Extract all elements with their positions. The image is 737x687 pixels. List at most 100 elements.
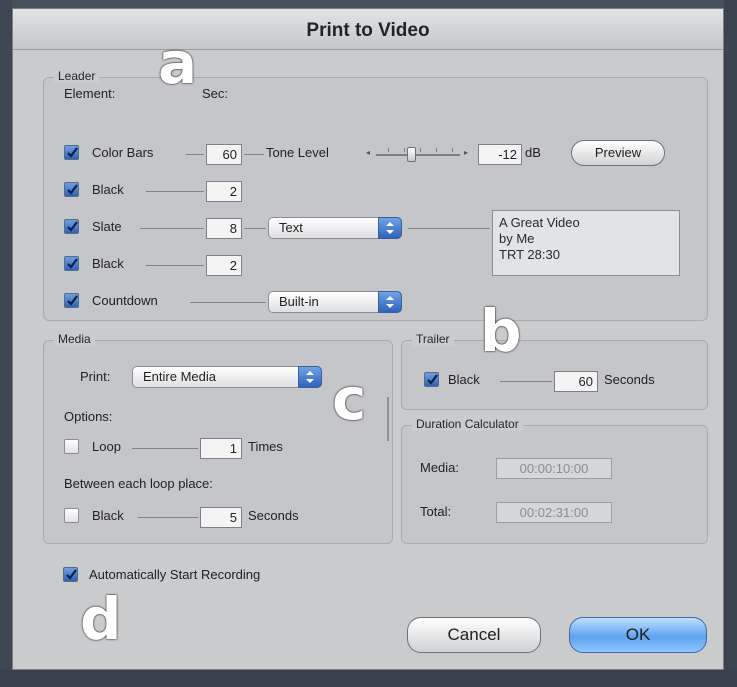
slider-tick	[436, 148, 437, 152]
between-loop-label: Between each loop place:	[64, 476, 213, 491]
countdown-source-popup[interactable]: Built-in	[268, 291, 402, 313]
slider-tick	[420, 148, 421, 152]
options-label: Options:	[64, 409, 113, 424]
checkmark-icon	[66, 569, 77, 580]
trailer-black-seconds-field[interactable]: 60	[554, 371, 598, 392]
desktop-background-right	[724, 0, 737, 687]
countdown-label: Countdown	[92, 293, 158, 308]
duration-media-field: 00:00:10:00	[496, 458, 612, 479]
trailer-black-label: Black	[448, 372, 480, 387]
media-connector	[138, 517, 198, 518]
loop-unit-label: Times	[248, 439, 283, 454]
duration-calculator-group: Duration Calculator Media: 00:00:10:00 T…	[401, 417, 708, 544]
print-label: Print:	[80, 369, 111, 384]
annotation-letter-c: c	[332, 365, 367, 433]
slider-thumb[interactable]	[407, 147, 416, 162]
slider-tick	[404, 148, 405, 152]
cancel-button[interactable]: Cancel	[407, 617, 541, 653]
annotation-letter-d: d	[80, 585, 122, 653]
slider-tick	[388, 148, 389, 152]
slate-source-popup[interactable]: Text	[268, 217, 402, 239]
desktop-background	[0, 0, 737, 8]
slate-text-box[interactable]: A Great Video by Me TRT 28:30	[492, 210, 680, 276]
loop-black-unit-label: Seconds	[248, 508, 299, 523]
loop-black-checkbox[interactable]	[64, 508, 79, 523]
slate-source-value: Text	[279, 220, 303, 235]
annotation-letter-b: b	[480, 297, 522, 365]
trailer-connector	[500, 381, 552, 382]
countdown-source-value: Built-in	[279, 294, 319, 309]
print-range-popup[interactable]: Entire Media	[132, 366, 322, 388]
black-1-label: Black	[92, 182, 124, 197]
desktop-background-bottom	[0, 670, 737, 687]
media-legend: Media	[54, 332, 95, 346]
black-2-label: Black	[92, 256, 124, 271]
checkmark-icon	[67, 295, 78, 306]
tone-level-slider[interactable]: ◂ ▸	[366, 142, 472, 166]
leader-connector	[244, 154, 264, 155]
popup-arrows-icon	[378, 291, 402, 313]
black-1-seconds-field[interactable]: 2	[206, 181, 242, 202]
popup-arrows-icon	[378, 217, 402, 239]
checkmark-icon	[67, 184, 78, 195]
leader-connector	[244, 228, 266, 229]
annotation-letter-a: a	[158, 29, 198, 97]
leader-group: Leader Element: Sec: Color Bars 60 Tone …	[43, 69, 708, 321]
slider-tick	[452, 148, 453, 152]
duration-media-label: Media:	[420, 460, 460, 475]
slider-track	[376, 154, 460, 156]
loop-black-label: Black	[92, 508, 124, 523]
duration-legend: Duration Calculator	[412, 417, 523, 431]
black-2-checkbox[interactable]	[64, 256, 79, 271]
leader-connector	[186, 154, 204, 155]
duration-total-label: Total:	[420, 504, 452, 519]
color-bars-checkbox[interactable]	[64, 145, 79, 160]
checkmark-icon	[67, 258, 78, 269]
slate-text-line: TRT 28:30	[499, 247, 560, 262]
checkmark-icon	[67, 147, 78, 158]
slider-min-arrow-icon: ◂	[366, 148, 371, 157]
loop-checkbox[interactable]	[64, 439, 79, 454]
sec-header: Sec:	[202, 86, 229, 101]
tone-level-field[interactable]: -12	[478, 144, 522, 165]
tone-level-label: Tone Level	[266, 145, 329, 160]
black-1-checkbox[interactable]	[64, 182, 79, 197]
auto-start-recording-checkbox[interactable]	[63, 567, 78, 582]
popup-arrows-icon	[298, 366, 322, 388]
leader-connector	[146, 191, 204, 192]
slate-label: Slate	[92, 219, 122, 234]
element-header: Element:	[64, 86, 116, 101]
trailer-black-unit-label: Seconds	[604, 372, 655, 387]
leader-connector	[408, 228, 490, 229]
color-bars-seconds-field[interactable]: 60	[206, 144, 242, 165]
checkmark-icon	[67, 221, 78, 232]
panel-splitter	[387, 397, 389, 441]
leader-connector	[190, 302, 266, 303]
ok-button[interactable]: OK	[569, 617, 707, 653]
auto-start-recording-label: Automatically Start Recording	[89, 567, 261, 582]
countdown-checkbox[interactable]	[64, 293, 79, 308]
preview-button[interactable]: Preview	[571, 140, 665, 166]
trailer-legend: Trailer	[412, 332, 454, 346]
db-unit-label: dB	[525, 145, 541, 160]
dialog-title: Print to Video	[13, 9, 723, 50]
loop-black-seconds-field[interactable]: 5	[200, 507, 242, 528]
checkmark-icon	[427, 374, 438, 385]
leader-legend: Leader	[54, 69, 100, 83]
slate-text-line: A Great Video	[499, 215, 580, 230]
duration-total-field: 00:02:31:00	[496, 502, 612, 523]
trailer-group: Trailer Black 60 Seconds	[401, 332, 708, 410]
media-connector	[132, 448, 198, 449]
loop-label: Loop	[92, 439, 121, 454]
color-bars-label: Color Bars	[92, 145, 154, 160]
slate-seconds-field[interactable]: 8	[206, 218, 242, 239]
print-range-value: Entire Media	[143, 369, 216, 384]
black-2-seconds-field[interactable]: 2	[206, 255, 242, 276]
desktop-background-left	[0, 0, 12, 687]
print-to-video-dialog: Print to Video Leader Element: Sec: Colo…	[12, 8, 724, 670]
slate-checkbox[interactable]	[64, 219, 79, 234]
trailer-black-checkbox[interactable]	[424, 372, 439, 387]
slate-text-line: by Me	[499, 231, 535, 246]
loop-count-field[interactable]: 1	[200, 438, 242, 459]
leader-connector	[146, 265, 204, 266]
